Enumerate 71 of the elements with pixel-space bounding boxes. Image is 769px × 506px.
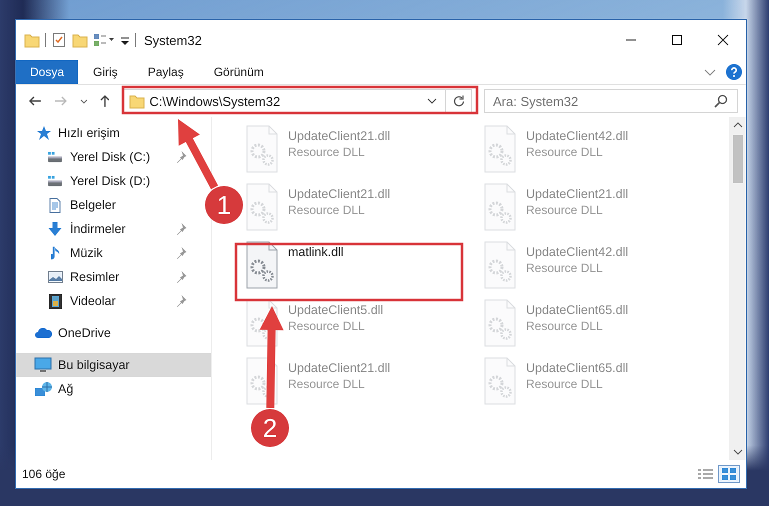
properties-icon[interactable] (51, 32, 67, 48)
details-view-icon[interactable] (697, 468, 713, 480)
nav-item[interactable]: Müzik (16, 241, 201, 265)
scrollbar[interactable] (729, 117, 746, 460)
close-icon[interactable] (717, 34, 729, 46)
folder-icon (129, 93, 146, 109)
scrollbar-thumb[interactable] (732, 135, 742, 183)
cloud-icon (34, 328, 52, 338)
file-type: Resource DLL (288, 319, 366, 333)
ribbon-tab[interactable]: Paylaş (132, 60, 199, 84)
pin-icon[interactable] (176, 222, 187, 236)
item-count: 106 öğe (22, 467, 66, 481)
view-dropdown-icon[interactable] (93, 32, 115, 48)
film-icon (48, 294, 62, 308)
file-type: Resource DLL (526, 203, 604, 217)
nav-item[interactable]: Videolar (16, 289, 201, 313)
file-type: Resource DLL (526, 145, 604, 159)
large-icons-view-icon[interactable] (721, 468, 737, 480)
ribbon-tab[interactable]: Giriş (78, 60, 133, 84)
nav-item[interactable]: Yerel Disk (D:) (16, 169, 201, 193)
nav-item[interactable]: İndirmeler (16, 217, 201, 241)
scroll-up-icon[interactable] (732, 121, 744, 129)
file-type: Resource DLL (288, 145, 366, 159)
pin-icon[interactable] (176, 246, 187, 260)
nav-item[interactable]: Resimler (16, 265, 201, 289)
document-icon (49, 198, 61, 212)
new-folder-icon[interactable] (72, 32, 88, 48)
file-menu-tab[interactable]: Dosya (16, 60, 78, 84)
up-arrow-icon[interactable] (100, 94, 110, 108)
pin-icon[interactable] (176, 270, 187, 284)
address-bar[interactable]: C:\Windows\System32 (123, 89, 472, 113)
star-icon (35, 126, 51, 140)
expand-ribbon-icon[interactable] (704, 68, 716, 76)
nav-item[interactable]: Hızlı erişim (16, 121, 201, 145)
help-icon[interactable] (726, 64, 742, 80)
window-title: System32 (144, 32, 202, 48)
dropdown-icon[interactable] (427, 98, 438, 104)
back-arrow-icon[interactable] (28, 96, 42, 106)
maximize-icon[interactable] (671, 34, 683, 46)
pin-icon[interactable] (176, 294, 187, 308)
dll-file-icon[interactable] (244, 241, 280, 289)
download-arrow-icon (48, 222, 62, 236)
file-type: Resource DLL (526, 377, 604, 391)
file-type: Resource DLL (526, 319, 604, 333)
file-type: Resource DLL (526, 261, 604, 275)
file-type: Resource DLL (288, 203, 366, 217)
address-path: C:\Windows\System32 (149, 94, 280, 108)
ribbon-tab[interactable]: Görünüm (198, 60, 279, 84)
pin-icon[interactable] (176, 150, 187, 164)
nav-item[interactable]: OneDrive (16, 321, 201, 345)
scroll-down-icon[interactable] (732, 448, 744, 456)
nav-item[interactable]: Belgeler (16, 193, 201, 217)
folder-icon[interactable] (24, 32, 40, 48)
file-type: Resource DLL (288, 377, 366, 391)
search-field[interactable]: Ara: System32 (484, 89, 738, 113)
picture-icon (48, 271, 62, 283)
minimize-icon[interactable] (625, 39, 637, 41)
drive-icon (47, 175, 63, 187)
pointer-arrow (178, 119, 219, 190)
monitor-icon (34, 357, 52, 373)
file-name[interactable]: matlink.dll (288, 245, 344, 259)
nav-item[interactable]: Ağ (16, 377, 201, 401)
nav-item[interactable]: Yerel Disk (C:) (16, 145, 201, 169)
network-icon (34, 382, 52, 396)
recent-dropdown-icon[interactable] (80, 98, 88, 104)
forward-arrow-icon[interactable] (54, 96, 68, 106)
refresh-icon[interactable] (453, 95, 466, 107)
music-note-icon (50, 246, 60, 260)
drive-icon (47, 151, 63, 163)
search-icon[interactable] (714, 94, 728, 108)
nav-item[interactable]: Bu bilgisayar (16, 353, 211, 377)
